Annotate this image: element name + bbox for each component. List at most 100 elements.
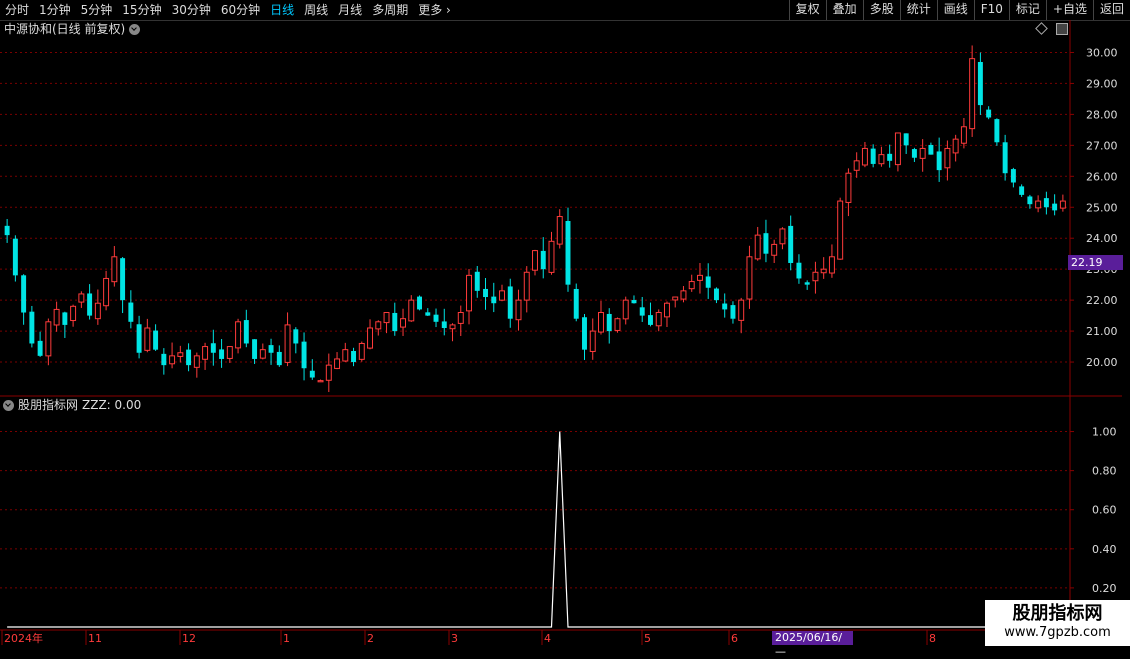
candle-body-up xyxy=(688,281,695,290)
candle-body-down xyxy=(639,307,645,316)
candle-body-down xyxy=(573,288,579,319)
candle-body-down xyxy=(986,109,992,118)
tab-30min[interactable]: 30分钟 xyxy=(167,0,216,20)
candle-body-down xyxy=(1019,186,1025,195)
candlestick-series xyxy=(4,45,1066,393)
candle xyxy=(754,226,761,261)
candle xyxy=(655,309,662,332)
f10-button[interactable]: F10 xyxy=(973,0,1009,20)
candle-body-up xyxy=(655,312,662,327)
candle xyxy=(342,342,349,362)
candle xyxy=(293,327,299,354)
indicator-series xyxy=(7,431,1063,628)
candle-body-down xyxy=(276,351,282,366)
y-tick-label: 21.00 xyxy=(1086,325,1118,338)
candle-body-up xyxy=(663,302,670,318)
candle xyxy=(309,359,315,380)
candle xyxy=(919,139,926,172)
candle xyxy=(969,45,976,137)
candle xyxy=(622,296,629,325)
overlay-button[interactable]: 叠加 xyxy=(825,0,863,20)
candle xyxy=(284,312,291,367)
add-watchlist-button[interactable]: +自选 xyxy=(1045,0,1093,20)
candle-body-down xyxy=(903,133,909,146)
chevron-down-icon[interactable] xyxy=(129,24,141,35)
tab-multi-period[interactable]: 多周期 xyxy=(367,0,413,20)
tab-weekly[interactable]: 周线 xyxy=(299,0,333,20)
candle-body-down xyxy=(994,119,1000,143)
candle xyxy=(870,144,876,168)
candle-body-down xyxy=(268,345,274,353)
window-toggle-icon[interactable] xyxy=(1056,23,1068,35)
tab-monthly[interactable]: 月线 xyxy=(333,0,367,20)
y-tick-label: 22.00 xyxy=(1086,294,1118,307)
candle-body-up xyxy=(952,138,959,154)
candle-body-down xyxy=(804,282,810,285)
candle xyxy=(672,296,679,308)
candle xyxy=(730,301,736,324)
candle xyxy=(153,324,159,351)
candle xyxy=(358,341,365,362)
candle xyxy=(367,319,374,350)
statistics-button[interactable]: 统计 xyxy=(899,0,937,20)
y-tick-label: 26.00 xyxy=(1086,170,1118,183)
candle xyxy=(977,52,983,115)
candle-body-up xyxy=(235,321,242,349)
back-button[interactable]: 返回 xyxy=(1092,0,1130,20)
candle xyxy=(928,142,934,155)
candle xyxy=(177,345,184,363)
tab-1min[interactable]: 1分钟 xyxy=(34,0,76,20)
candle-body-down xyxy=(887,153,893,161)
price-chart[interactable]: 20.0021.0022.0023.0024.0025.0026.0027.00… xyxy=(0,0,1130,650)
candle-body-up xyxy=(548,240,555,273)
candle xyxy=(334,352,341,370)
candle xyxy=(532,249,538,276)
tab-5min[interactable]: 5分钟 xyxy=(76,0,118,20)
candle xyxy=(639,296,645,322)
multi-stock-button[interactable]: 多股 xyxy=(862,0,900,20)
candle xyxy=(589,318,596,360)
indicator-title-bar: 股朋指标网 ZZZ: 0.00 xyxy=(3,398,141,412)
candle-body-down xyxy=(507,286,513,319)
candle-body-down xyxy=(606,313,612,332)
candle-body-up xyxy=(111,256,118,283)
indicator-value: ZZZ: 0.00 xyxy=(82,398,142,412)
adjust-button[interactable]: 复权 xyxy=(788,0,826,20)
chevron-down-icon[interactable] xyxy=(3,400,14,411)
candle-body-up xyxy=(400,318,407,328)
tab-more[interactable]: 更多 › xyxy=(413,0,456,20)
candle-body-up xyxy=(598,312,604,333)
candle xyxy=(680,286,687,303)
candle-body-up xyxy=(103,277,110,307)
candle xyxy=(598,300,604,335)
y-tick-label: 29.00 xyxy=(1086,77,1118,90)
candle-body-down xyxy=(1002,142,1008,174)
candle xyxy=(887,144,893,168)
candle xyxy=(45,318,52,366)
candle-body-up xyxy=(589,330,596,352)
chart-title-bar: 中源协和(日线 前复权) xyxy=(4,22,141,36)
indicator-y-tick-label: 0.80 xyxy=(1092,465,1117,478)
candle xyxy=(499,284,505,302)
mark-button[interactable]: 标记 xyxy=(1008,0,1046,20)
candle xyxy=(259,343,266,360)
candle-body-up xyxy=(614,318,621,331)
grid-lines xyxy=(0,20,1122,631)
candle xyxy=(383,312,390,334)
tab-intraday[interactable]: 分时 xyxy=(0,0,34,20)
candle-body-down xyxy=(293,329,299,344)
candle xyxy=(210,329,216,366)
candle-body-up xyxy=(375,321,382,330)
draw-line-button[interactable]: 画线 xyxy=(936,0,974,20)
candle-body-down xyxy=(631,300,637,304)
candle xyxy=(226,346,233,363)
diamond-icon[interactable] xyxy=(1035,22,1048,35)
tab-15min[interactable]: 15分钟 xyxy=(117,0,166,20)
candle-body-up xyxy=(1035,200,1042,209)
date-label: 2024年 xyxy=(4,631,43,645)
tab-daily[interactable]: 日线 xyxy=(265,0,299,20)
tab-60min[interactable]: 60分钟 xyxy=(216,0,265,20)
candle xyxy=(483,277,488,310)
candle-body-down xyxy=(4,225,10,236)
candle xyxy=(144,318,151,353)
